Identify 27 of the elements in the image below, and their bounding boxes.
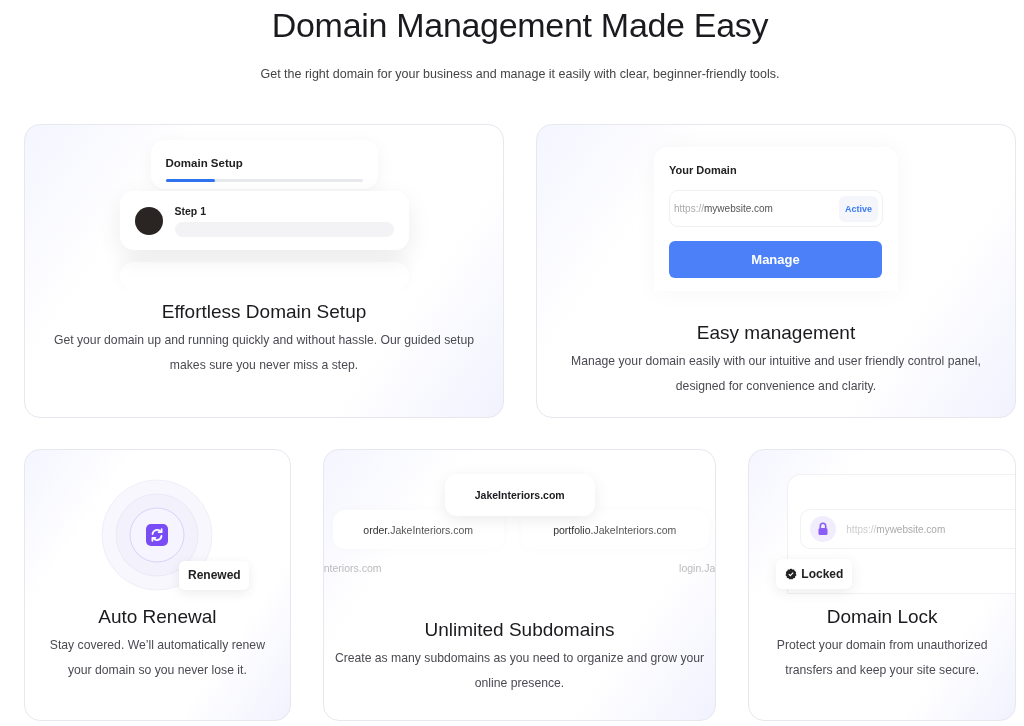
feature-description: Manage your domain easily with our intuitive and user friendly control panel, designed for convenience and clarity. (570, 353, 982, 395)
faded-subdomain: login.Ja (679, 562, 716, 574)
page-subtitle: Get the right domain for your business and manage it easily with clear, beginner-friendly tools. (259, 67, 781, 81)
feature-title: Auto Renewal (98, 605, 217, 629)
panel-title: Domain Setup (165, 157, 244, 169)
avatar-placeholder (134, 206, 163, 235)
refresh-icon (146, 524, 169, 546)
domain-url: https://mywebsite.com (674, 203, 773, 214)
verified-icon (785, 568, 798, 580)
root-domain-pill: JakeInteriors.com (444, 474, 595, 516)
feature-description: Create as many subdomains as you need to organize and grow your online presence. (334, 650, 705, 692)
feature-title: Easy management (696, 321, 856, 345)
feature-description: Protect your domain from unauthorized transfers and keep your site secure. (775, 637, 989, 679)
panel-title: Your Domain (669, 164, 738, 176)
feature-description: Stay covered. We’ll automatically renew your domain so you never lose it. (48, 637, 266, 679)
page-title: Domain Management Made Easy (270, 6, 770, 44)
status-badge: Locked (776, 559, 853, 589)
feature-title: Domain Lock (826, 605, 938, 629)
step-label: Step 1 (174, 204, 207, 217)
feature-title: Unlimited Subdomains (424, 618, 615, 642)
feature-description: Get your domain up and running quickly and without hassle. Our guided setup makes sure you never miss a step. (52, 332, 476, 374)
lock-icon (810, 516, 837, 542)
manage-button[interactable]: Manage (669, 241, 882, 278)
status-badge: Active (839, 195, 878, 222)
status-badge: Renewed (179, 561, 250, 590)
feature-title: Effortless Domain Setup (161, 300, 367, 324)
faded-subdomain: nteriors.com (323, 562, 382, 574)
